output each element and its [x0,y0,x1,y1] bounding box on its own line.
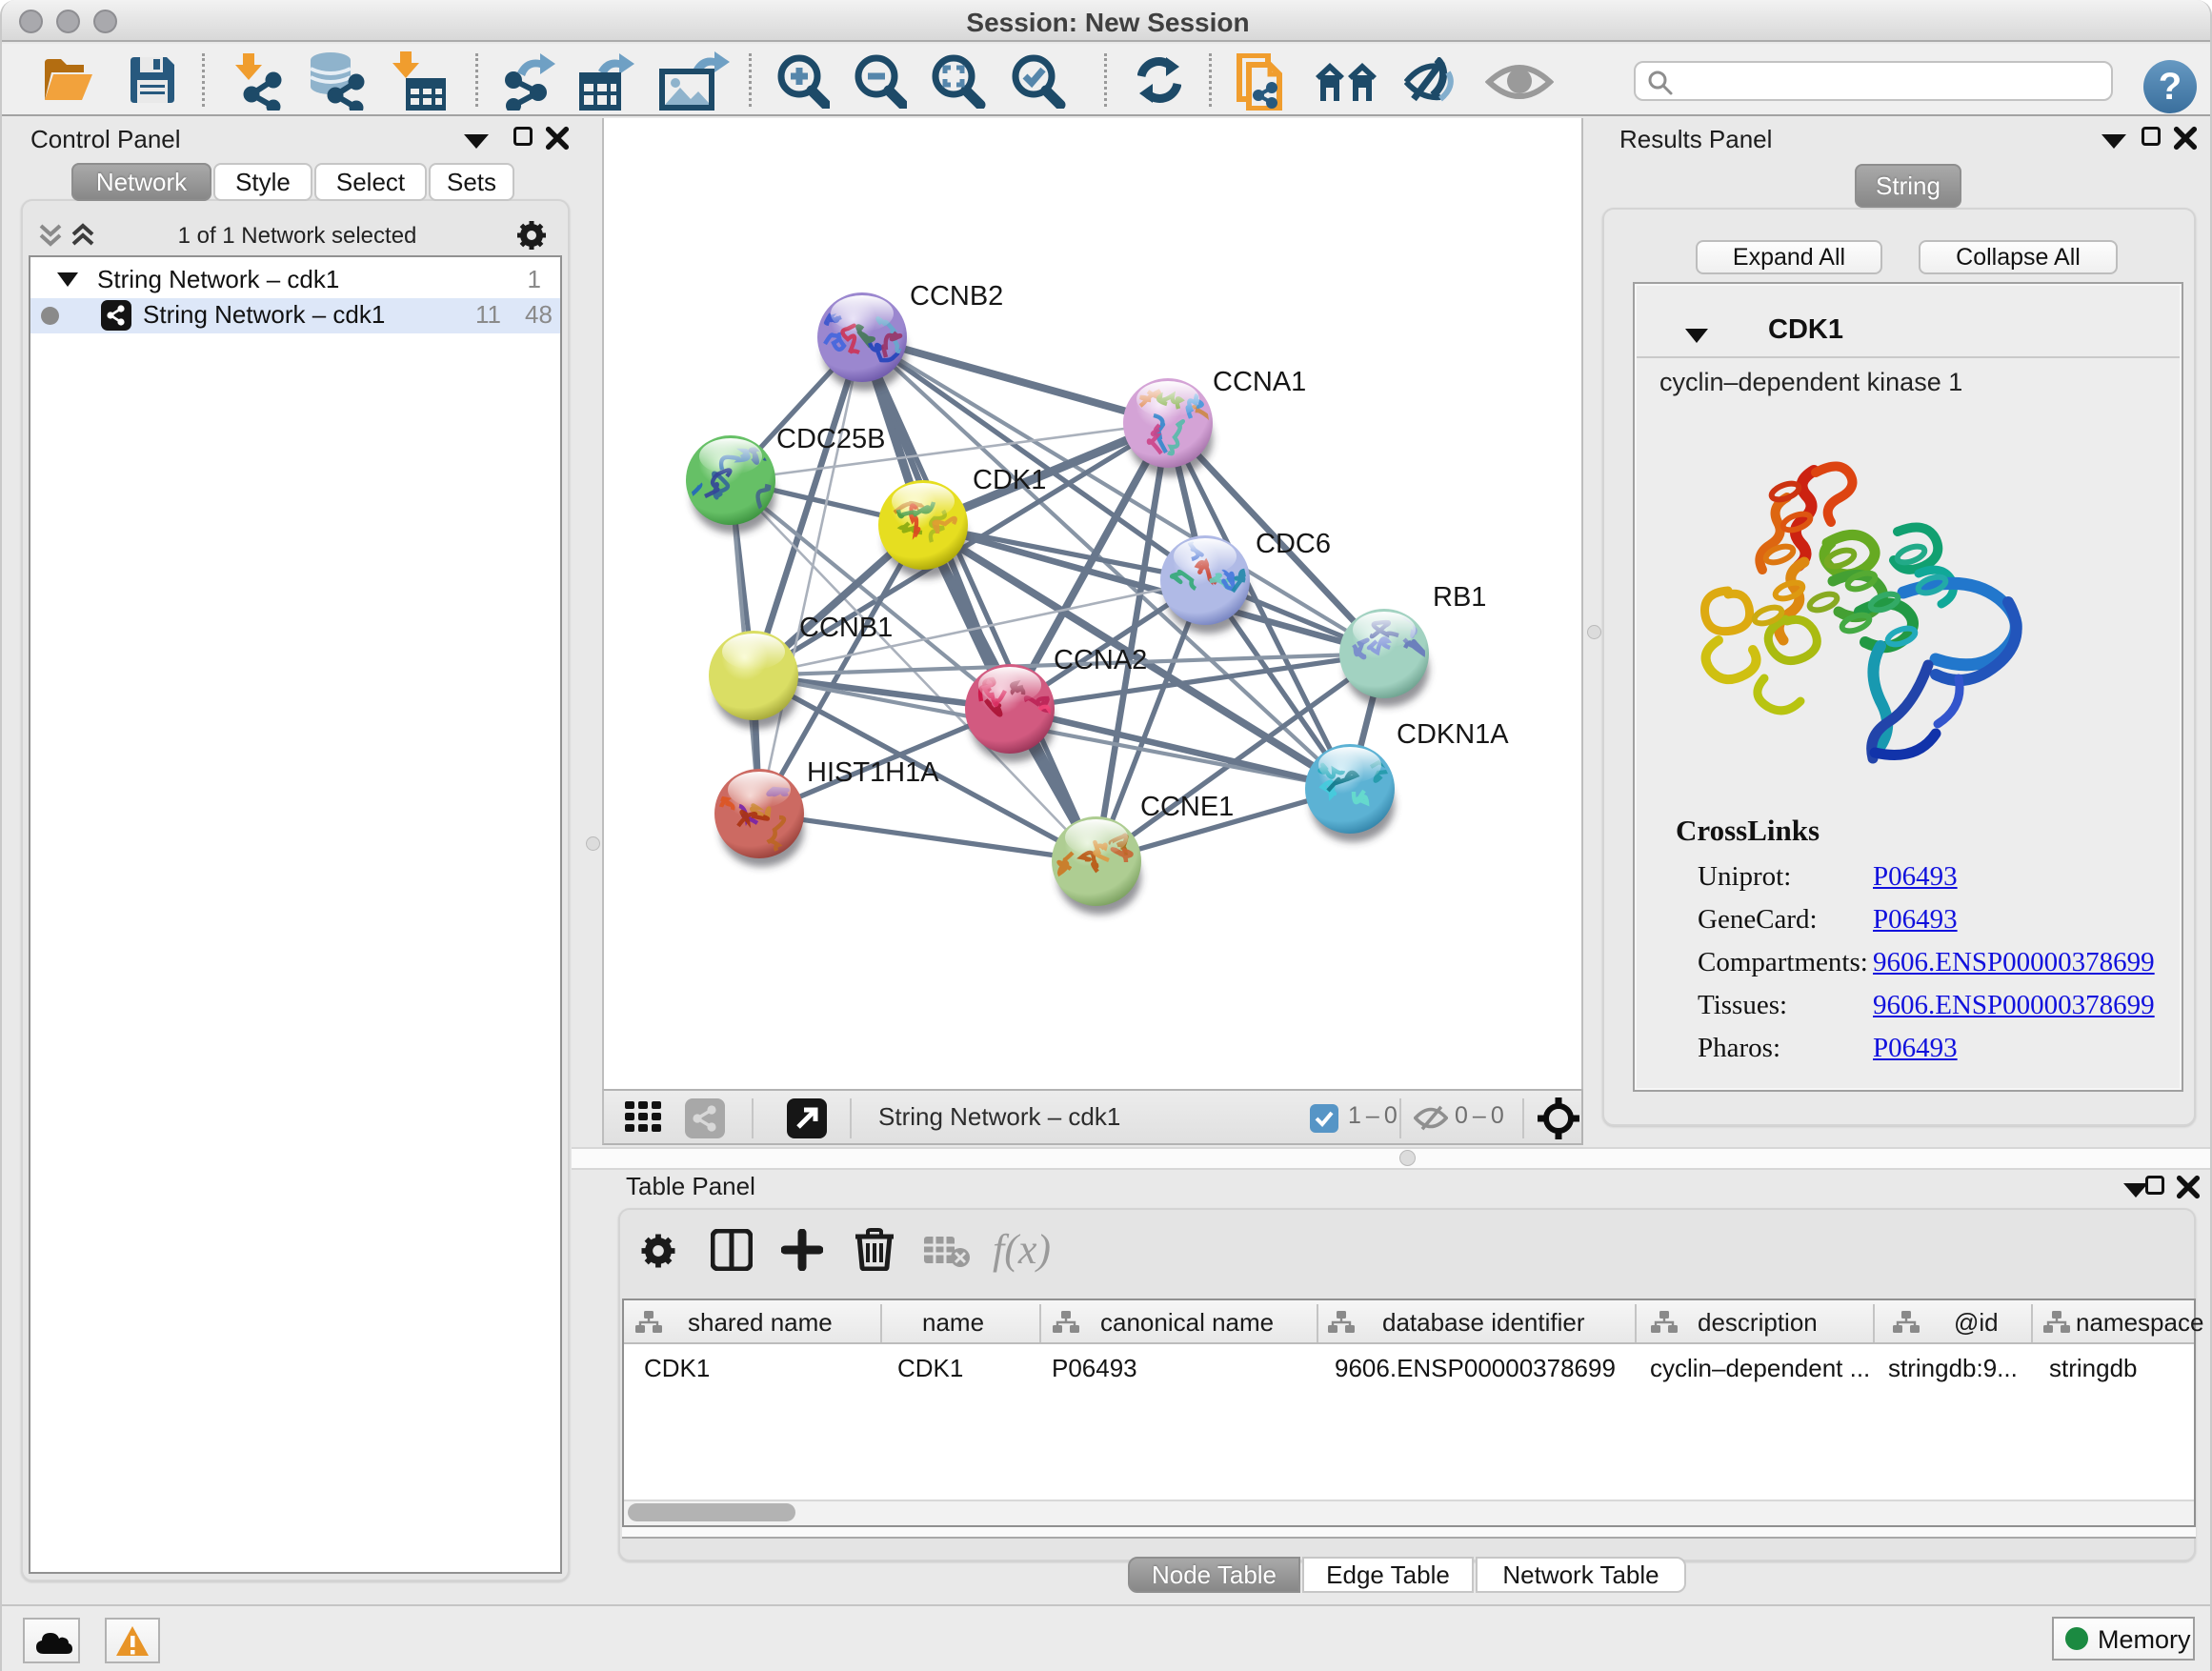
svg-text:CDC6: CDC6 [1256,529,1331,559]
svg-text:RB1: RB1 [1433,582,1486,613]
svg-text:CCNE1: CCNE1 [1140,792,1234,822]
svg-text:CCNA1: CCNA1 [1213,367,1306,397]
svg-text:CCNB2: CCNB2 [910,281,1003,312]
svg-text:CDC25B: CDC25B [776,424,885,454]
svg-text:CCNA2: CCNA2 [1054,645,1147,675]
svg-text:CCNB1: CCNB1 [799,613,893,643]
svg-text:CDK1: CDK1 [973,465,1046,495]
svg-text:HIST1H1A: HIST1H1A [807,757,939,788]
svg-text:CDKN1A: CDKN1A [1397,719,1509,750]
